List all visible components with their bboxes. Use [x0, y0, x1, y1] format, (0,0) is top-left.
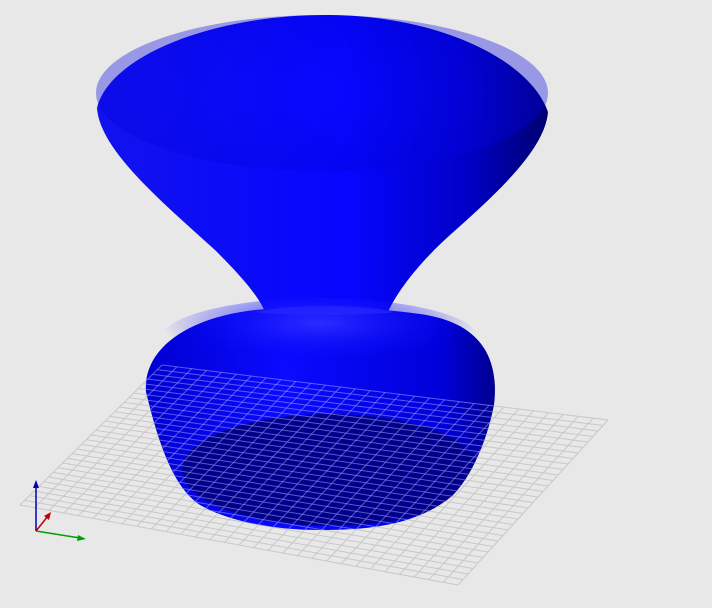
z-axis-arrow-icon — [33, 480, 39, 488]
3d-viewport[interactable] — [0, 0, 712, 608]
y-axis — [35, 515, 49, 532]
x-axis — [35, 530, 81, 539]
x-axis-arrow-icon — [77, 535, 86, 541]
axis-triad[interactable] — [33, 480, 86, 541]
scene-canvas[interactable] — [0, 0, 712, 608]
funnel-rim — [96, 15, 548, 171]
